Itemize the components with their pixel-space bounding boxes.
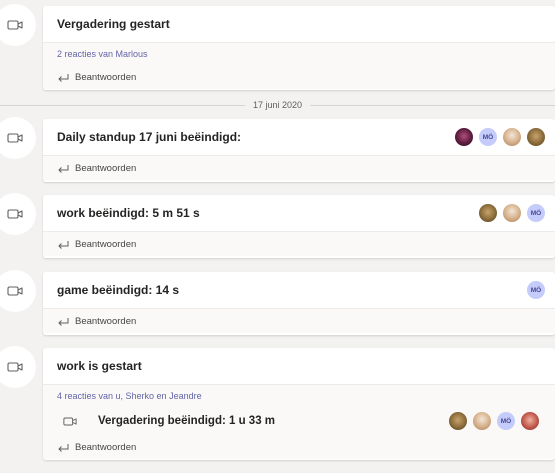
reply-label: Beantwoorden [75,71,137,83]
post-card: game beëindigd: 14 s MÖ Beantwoorden [43,272,555,335]
avatar[interactable]: MÖ [527,204,545,222]
post-footer: Beantwoorden [43,155,555,180]
post-title: work is gestart [57,359,142,373]
avatar[interactable] [527,128,545,146]
post-card: work is gestart 4 reacties van u, Sherko… [43,348,555,460]
reply-label: Beantwoorden [75,441,137,453]
avatar[interactable]: MÖ [497,412,515,430]
reply-button[interactable]: Beantwoorden [57,309,541,333]
video-camera-icon [0,4,36,46]
post-footer: Beantwoorden [43,308,555,333]
avatar[interactable] [449,412,467,430]
avatar[interactable]: MÖ [527,281,545,299]
avatar[interactable] [521,412,539,430]
avatar[interactable] [503,128,521,146]
reply-button[interactable]: Beantwoorden [57,156,541,180]
post-footer: Beantwoorden [43,231,555,256]
reply-button[interactable]: Beantwoorden [57,232,541,256]
avatar[interactable] [455,128,473,146]
participant-avatars: MÖ [479,195,545,231]
post-header: game beëindigd: 14 s MÖ [43,272,555,308]
reply-arrow-icon [57,317,69,326]
reply-label: Beantwoorden [75,315,137,327]
reply-label: Beantwoorden [75,238,137,250]
avatar[interactable] [479,204,497,222]
reply-button[interactable]: Beantwoorden [57,435,541,459]
participant-avatars: MÖ [527,272,545,308]
reply-label: Beantwoorden [75,162,137,174]
post-footer: 4 reacties van u, Sherko en Jeandre Verg… [43,384,555,459]
video-camera-icon [0,270,36,312]
date-separator: 17 juni 2020 [0,96,555,114]
post-header: Daily standup 17 juni beëindigd: MÖ [43,119,555,155]
post-title: Daily standup 17 juni beëindigd: [57,130,242,144]
participant-avatars: MÖ [449,407,539,435]
video-camera-icon [63,416,77,427]
participant-avatars: MÖ [455,119,545,155]
post-title: game beëindigd: 14 s [57,283,180,297]
reply-arrow-icon [57,443,69,452]
video-camera-icon [0,346,36,388]
reply-arrow-icon [57,73,69,82]
reply-button[interactable]: Beantwoorden [57,65,541,89]
post-card: Daily standup 17 juni beëindigd: MÖ Bean… [43,119,555,182]
post-title: work beëindigd: 5 m 51 s [57,206,200,220]
date-label: 17 juni 2020 [244,100,311,110]
post-card: work beëindigd: 5 m 51 s MÖ Beantwoorden [43,195,555,258]
post-card: Vergadering gestart 2 reacties van Marlo… [43,6,555,90]
reply-arrow-icon [57,164,69,173]
video-camera-icon [0,193,36,235]
reactions-link[interactable]: 4 reacties van u, Sherko en Jeandre [57,385,541,407]
nested-meeting-ended[interactable]: Vergadering beëindigd: 1 u 33 m MÖ [57,407,541,435]
reply-arrow-icon [57,240,69,249]
nested-title: Vergadering beëindigd: 1 u 33 m [98,415,276,427]
reactions-link[interactable]: 2 reacties van Marlous [57,43,541,65]
post-title: Vergadering gestart [57,17,170,31]
avatar[interactable]: MÖ [479,128,497,146]
post-footer: 2 reacties van Marlous Beantwoorden [43,42,555,89]
avatar[interactable] [503,204,521,222]
post-header: work beëindigd: 5 m 51 s MÖ [43,195,555,231]
avatar[interactable] [473,412,491,430]
video-camera-icon [0,117,36,159]
